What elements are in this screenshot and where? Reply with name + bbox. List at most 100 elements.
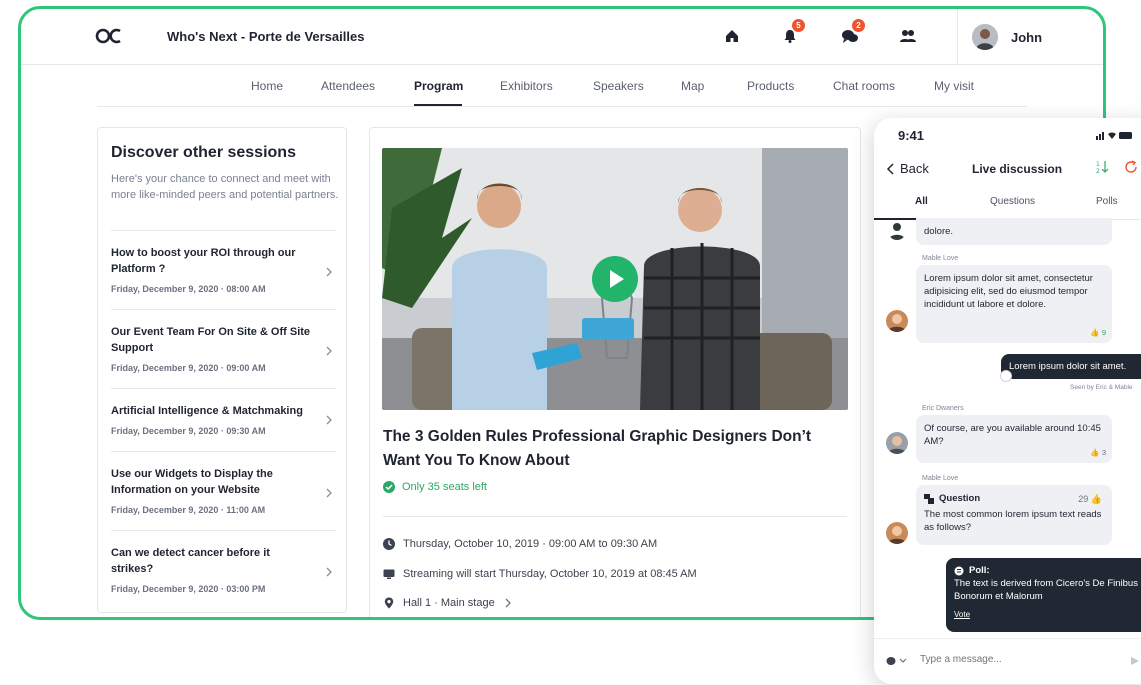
play-button[interactable]	[592, 256, 638, 302]
question-label: Question	[939, 493, 981, 504]
session-item[interactable]: Artificial Intelligence & Matchmaking Fr…	[111, 388, 336, 451]
phone-title: Live discussion	[972, 162, 1063, 176]
poll-header: Poll:	[954, 564, 1141, 577]
session-date: Friday, December 9, 2020 · 09:00 AM	[111, 363, 266, 373]
user-name[interactable]: John	[1011, 30, 1042, 45]
sender-avatar	[886, 432, 908, 454]
main-nav: Home Attendees Program Exhibitors Speake…	[97, 65, 1027, 107]
session-detail-card: The 3 Golden Rules Professional Graphic …	[369, 127, 861, 617]
chat-message: dolore.	[916, 218, 1112, 245]
notifications-bell-icon[interactable]: 5	[779, 19, 805, 47]
nav-products[interactable]: Products	[747, 79, 794, 93]
message-sender: Eric Dwaners	[922, 405, 964, 412]
nav-active-underline	[414, 104, 462, 106]
sidebar-description: Here's your chance to connect and meet w…	[111, 173, 339, 201]
chevron-right-icon	[326, 267, 332, 277]
chevron-left-icon	[886, 162, 894, 175]
chevron-right-icon	[326, 488, 332, 498]
chevron-right-icon	[326, 346, 332, 356]
session-time: Thursday, October 10, 2019 · 09:00 AM to…	[403, 538, 658, 550]
tab-polls[interactable]: Polls	[1096, 196, 1118, 207]
session-title-heading: The 3 Golden Rules Professional Graphic …	[383, 428, 812, 469]
location-pin-icon	[384, 597, 394, 609]
session-item[interactable]: Can we detect cancer before it strikes? …	[111, 530, 336, 610]
nav-chat-rooms[interactable]: Chat rooms	[833, 79, 895, 93]
like-number: 29	[1078, 494, 1089, 504]
sender-avatar	[886, 522, 908, 544]
session-title: Can we detect cancer before it strikes?	[111, 547, 270, 575]
other-sessions-panel: Discover other sessions Here's your chan…	[97, 127, 347, 613]
brand-logo-icon[interactable]	[95, 25, 123, 47]
session-item[interactable]: How to boost your ROI through our Platfo…	[111, 230, 336, 310]
svg-text:2: 2	[1096, 168, 1100, 174]
like-count[interactable]: 👍 9	[1090, 326, 1106, 339]
poll-label: Poll:	[969, 565, 990, 576]
own-chat-message: Lorem ipsum dolor sit amet.	[1001, 354, 1141, 379]
chat-message: Of course, are you available around 10:4…	[916, 415, 1112, 463]
home-icon[interactable]	[721, 25, 743, 47]
event-title: Who's Next - Porte de Versailles	[167, 29, 365, 44]
session-time-row: Thursday, October 10, 2019 · 09:00 AM to…	[383, 538, 657, 550]
discussion-tabs: All Questions Polls	[874, 190, 1141, 220]
question-message: Question 29 👍 The most common lorem ipsu…	[916, 485, 1112, 545]
chevron-right-icon	[505, 598, 511, 608]
question-header: Question	[924, 492, 1104, 505]
like-count[interactable]: 👍 3	[1090, 446, 1106, 459]
streaming-text: Streaming will start Thursday, October 1…	[403, 568, 697, 580]
session-title: Artificial Intelligence & Matchmaking	[111, 405, 303, 417]
location-text: Hall 1 · Main stage	[403, 597, 495, 609]
session-date: Friday, December 9, 2020 · 03:00 PM	[111, 584, 266, 594]
clock-icon	[383, 538, 395, 550]
seen-status: Seen by Eric & Mable	[1070, 384, 1133, 391]
seats-availability: Only 35 seats left	[383, 481, 487, 493]
tab-questions[interactable]: Questions	[990, 196, 1035, 207]
message-text: The most common lorem ipsum text reads a…	[924, 509, 1102, 533]
poll-chat-icon	[954, 566, 964, 575]
like-number: 9	[1101, 328, 1106, 337]
refresh-icon[interactable]	[1124, 160, 1138, 174]
session-date: Friday, December 9, 2020 · 08:00 AM	[111, 284, 266, 294]
message-input[interactable]	[920, 654, 1120, 665]
message-composer	[874, 638, 1141, 684]
video-player[interactable]	[382, 148, 848, 410]
svg-text:1: 1	[1096, 161, 1100, 168]
user-avatar[interactable]	[972, 24, 998, 50]
check-circle-icon	[383, 481, 395, 493]
session-date: Friday, December 9, 2020 · 09:30 AM	[111, 426, 266, 436]
messages-badge: 2	[852, 19, 865, 32]
message-sender: Mable Love	[922, 475, 959, 482]
sort-icon[interactable]: 1 2	[1096, 160, 1110, 174]
contacts-people-icon[interactable]	[897, 25, 919, 47]
back-label: Back	[900, 161, 929, 176]
sender-avatar	[886, 310, 908, 332]
signal-wifi-battery-icon	[1096, 132, 1132, 140]
nav-attendees[interactable]: Attendees	[321, 79, 375, 93]
chevron-right-icon	[326, 567, 332, 577]
nav-home[interactable]: Home	[251, 79, 283, 93]
session-date: Friday, December 9, 2020 · 11:00 AM	[111, 505, 266, 515]
like-count[interactable]: 29 👍	[1078, 493, 1102, 506]
message-text: Lorem ipsum dolor sit amet, consectetur …	[924, 273, 1093, 310]
session-item[interactable]: Our Event Team For On Site & Off Site Su…	[111, 309, 336, 389]
streaming-row: Streaming will start Thursday, October 1…	[383, 568, 697, 580]
nav-exhibitors[interactable]: Exhibitors	[500, 79, 553, 93]
session-title: Use our Widgets to Display the Informati…	[111, 468, 273, 496]
emoji-picker-icon[interactable]	[886, 656, 908, 666]
notifications-badge: 5	[792, 19, 805, 32]
poll-message: Poll: The text is derived from Cicero's …	[946, 558, 1141, 632]
tab-all[interactable]: All	[915, 196, 928, 207]
question-icon	[924, 493, 934, 504]
location-link[interactable]: Hall 1 · Main stage	[383, 597, 513, 609]
back-button[interactable]: Back	[886, 161, 929, 176]
nav-speakers[interactable]: Speakers	[593, 79, 644, 93]
send-icon[interactable]	[1130, 656, 1140, 666]
poll-text: The text is derived from Cicero's De Fin…	[954, 578, 1138, 602]
sidebar-title: Discover other sessions	[111, 144, 296, 161]
reaction-icon[interactable]	[1000, 370, 1012, 382]
nav-map[interactable]: Map	[681, 79, 704, 93]
chat-bubbles-icon[interactable]: 2	[839, 19, 865, 47]
nav-my-visit[interactable]: My visit	[934, 79, 974, 93]
session-item[interactable]: Use our Widgets to Display the Informati…	[111, 451, 336, 531]
poll-vote-link[interactable]: Vote	[954, 608, 1141, 621]
nav-program[interactable]: Program	[414, 79, 463, 93]
